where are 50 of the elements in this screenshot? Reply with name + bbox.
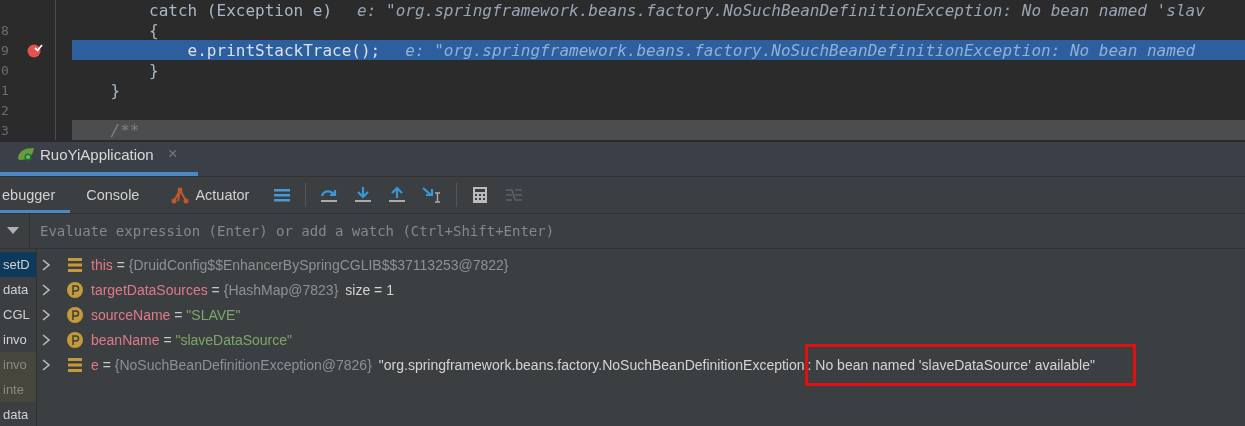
line-number: 0 [1, 62, 9, 78]
expand-chevron-icon[interactable] [41, 333, 51, 346]
line-number: 9 [1, 42, 9, 58]
variable-detail: "org.springframework.beans.factory.NoSuchBeanDefinitionException [378, 356, 805, 373]
calculator-icon[interactable] [471, 186, 490, 204]
stack-frame-item[interactable]: invo [0, 327, 36, 352]
variable-entry: beanName = "slaveDataSource" [91, 331, 293, 348]
line-number: 8 [1, 22, 9, 38]
stack-frame-item[interactable]: CGL [0, 302, 36, 327]
run-to-cursor-icon[interactable] [422, 186, 443, 204]
code-text: catch (Exception e) [148, 0, 333, 20]
highlighted-message: : No bean named 'slaveDataSource' available" [804, 343, 1136, 386]
menu-icon[interactable] [273, 187, 292, 203]
panel-tab[interactable]: Actuator [155, 177, 266, 213]
line-number: 3 [1, 122, 9, 138]
field-icon [66, 330, 84, 349]
expand-chevron-icon[interactable] [41, 358, 51, 371]
run-tab[interactable]: RuoYiApplication × [0, 141, 198, 176]
inline-value-hint: e: "org.springframework.beans.factory.NoSuchBeanDefinitionException: No bean named [405, 40, 1196, 60]
dropdown-caret-icon[interactable] [7, 227, 19, 235]
actuator-icon [171, 186, 190, 204]
panel-tab[interactable]: Console [70, 177, 156, 213]
code-text: e.printStackTrace(); [186, 40, 381, 60]
variable-icon [66, 356, 84, 373]
code-text: /** [109, 120, 140, 140]
code-text: } [109, 80, 121, 100]
inline-value-hint: e: "org.springframework.beans.factory.NoSuchBeanDefinitionException: No bean named 'slav [357, 0, 1205, 20]
expand-chevron-icon[interactable] [41, 258, 51, 271]
step-into-icon[interactable] [354, 186, 373, 204]
stack-frame-item[interactable]: data [0, 402, 36, 426]
variable-detail: size = 1 [345, 281, 394, 298]
expand-chevron-icon[interactable] [41, 308, 51, 321]
code-text: { [148, 20, 159, 40]
run-tab-title: RuoYiApplication [40, 145, 154, 163]
variable-entry: targetDataSources = {HashMap@7823} [91, 281, 339, 298]
variable-entry: this = {DruidConfig$$EnhancerBySpringCGLIB$$37113253@7822} [91, 256, 509, 273]
variable-entry: e = {NoSuchBeanDefinitionException@7826} [91, 356, 372, 373]
leaf-icon [16, 146, 36, 162]
field-icon [66, 305, 84, 324]
breakpoint-icon[interactable] [26, 42, 44, 58]
code-text: } [148, 60, 159, 80]
stack-frame-item[interactable]: data [0, 277, 36, 302]
line-number: 1 [1, 82, 9, 98]
variable-icon [66, 256, 84, 273]
expand-chevron-icon[interactable] [41, 283, 51, 296]
step-out-icon[interactable] [388, 186, 407, 204]
variable-entry: sourceName = "SLAVE" [91, 306, 241, 323]
stack-frame-item[interactable]: setD [0, 252, 36, 277]
line-number: 2 [1, 102, 9, 118]
field-icon [66, 280, 84, 299]
